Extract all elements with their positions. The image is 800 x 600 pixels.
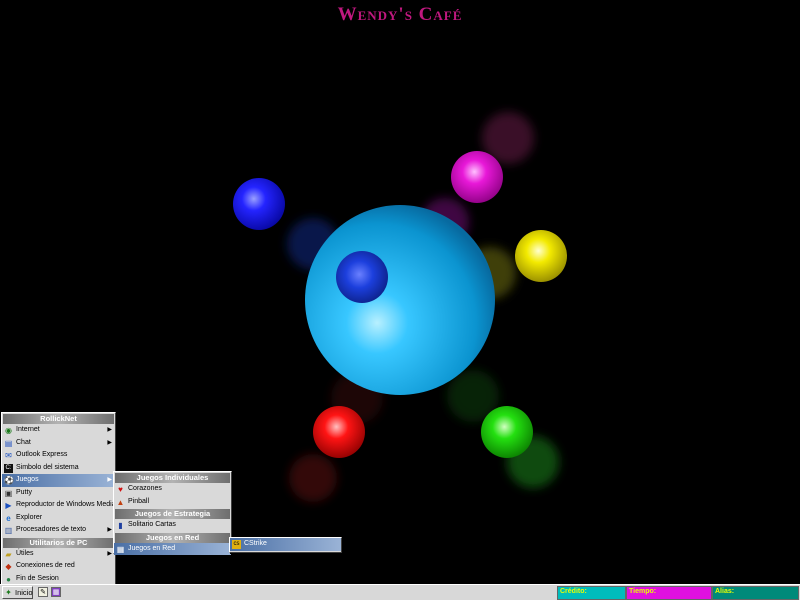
green-sphere (481, 406, 533, 458)
utilities-header: Utilitarios de PC (3, 537, 114, 548)
arrow-right-icon: ▶ (107, 527, 112, 533)
folder-icon: ▰ (5, 549, 12, 559)
center-sphere (305, 205, 495, 395)
start-menu: RollickNet ◉ Internet ▶ ▤ Chat ▶ ✉ Outlook Ex… (1, 412, 116, 586)
menu-item-chat[interactable]: ▤ Chat ▶ (2, 437, 115, 450)
start-menu-header: RollickNet (3, 414, 114, 424)
start-button[interactable]: ✦ Inicio (2, 586, 33, 599)
media-icon: ▶ (5, 501, 12, 510)
menu-item-corazones[interactable]: ♥ Corazones (114, 483, 231, 496)
mail-icon: ✉ (5, 451, 12, 460)
menu-item-putty[interactable]: ▣ Putty (2, 487, 115, 500)
quicklaunch-notepad-icon[interactable]: ✎ (38, 587, 48, 597)
menu-item-conexiones-red[interactable]: ◆ Conexiones de red (2, 560, 115, 573)
arrow-right-icon: ▶ (107, 550, 112, 557)
document-icon: ▥ (4, 526, 13, 535)
menu-item-outlook-express[interactable]: ✉ Outlook Express (2, 449, 115, 462)
network-games-icon: ▦ (116, 544, 125, 554)
arrow-right-icon: ▶ (107, 477, 112, 483)
menu-item-cstrike[interactable]: cs CStrike (230, 538, 341, 551)
games-individual-header: Juegos Individuales (115, 473, 230, 483)
games-submenu: Juegos Individuales ♥ Corazones ▲ Pinball … (113, 471, 232, 555)
cstrike-icon: cs (232, 540, 241, 549)
games-network-header: Juegos en Red (115, 532, 230, 543)
menu-item-juegos-en-red[interactable]: ▦ Juegos en Red (114, 542, 231, 555)
network-icon: ◆ (5, 562, 12, 571)
menu-item-utiles[interactable]: ▰ Útiles ▶ (2, 548, 115, 561)
menu-item-explorer[interactable]: e Explorer (2, 512, 115, 525)
quicklaunch-grid-icon[interactable]: ▦ (51, 587, 61, 597)
network-games-submenu: cs CStrike (229, 537, 342, 553)
chat-icon: ▤ (4, 438, 13, 448)
menu-item-juegos[interactable]: ⚽ Juegos ▶ (2, 474, 115, 487)
menu-item-solitario[interactable]: ▮ Solitario Cartas (114, 519, 231, 532)
time-box: Tiempo: (626, 586, 712, 600)
menu-item-pinball[interactable]: ▲ Pinball (114, 496, 231, 509)
logoff-icon: ● (6, 574, 11, 584)
games-strategy-header: Juegos de Estrategia (115, 509, 230, 519)
magenta-sphere (451, 151, 503, 203)
red-sphere (313, 406, 365, 458)
cards-icon: ▮ (118, 521, 123, 530)
games-icon: ⚽ (4, 476, 14, 485)
alias-box: Alias: (712, 586, 799, 600)
blue-sphere-overlap (336, 251, 388, 303)
arrow-right-icon: ▶ (107, 439, 112, 446)
blue-sphere (233, 178, 285, 230)
pinball-icon: ▲ (116, 497, 125, 507)
credit-box: Crédito: (557, 586, 626, 600)
menu-item-simbolo-sistema[interactable]: C: Simbolo del sistema (2, 462, 115, 475)
globe-icon: ◉ (5, 426, 12, 435)
yellow-sphere (515, 230, 567, 282)
start-logo-icon: ✦ (5, 588, 12, 597)
console-icon: C: (4, 463, 13, 473)
terminal-icon: ▣ (4, 488, 13, 498)
menu-item-media-player[interactable]: ▶ Reproductor de Windows Media (2, 499, 115, 512)
hearts-icon: ♥ (118, 485, 123, 494)
ghost-ball (289, 454, 337, 502)
explorer-icon: e (6, 513, 11, 523)
taskbar: ✦ Inicio ✎ ▦ Crédito: Tiempo: Alias: (0, 584, 800, 600)
menu-item-procesadores[interactable]: ▥ Procesadores de texto ▶ (2, 524, 115, 537)
menu-item-internet[interactable]: ◉ Internet ▶ (2, 424, 115, 437)
arrow-right-icon: ▶ (107, 427, 112, 433)
